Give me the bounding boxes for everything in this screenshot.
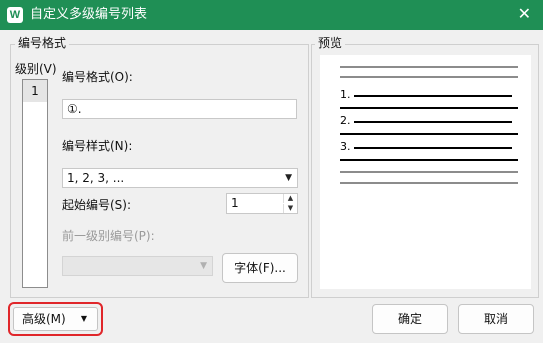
preview-line — [340, 76, 518, 78]
preview-line — [354, 147, 512, 149]
style-label: 编号样式(N): — [62, 139, 133, 153]
window-title: 自定义多级编号列表 — [30, 7, 148, 22]
preview-number-1: 1. — [340, 88, 351, 101]
title-bar: W 自定义多级编号列表 ✕ — [0, 0, 543, 30]
preview-line — [340, 182, 518, 184]
preview-line — [340, 66, 518, 68]
start-number-label: 起始编号(S): — [62, 198, 132, 212]
preview-line — [340, 159, 518, 161]
level-item-1[interactable]: 1 — [23, 80, 47, 102]
spin-down-icon[interactable]: ▼ — [283, 204, 297, 213]
close-icon[interactable]: ✕ — [518, 5, 531, 23]
preview-pane: 1. 2. 3. — [320, 55, 531, 289]
start-number-spinbox[interactable]: 1 ▲ ▼ — [226, 193, 298, 214]
format-label: 编号格式(O): — [62, 70, 133, 84]
start-number-value[interactable]: 1 — [231, 196, 239, 211]
prev-level-dropdown[interactable]: ▼ — [62, 256, 213, 276]
preview-number-3: 3. — [340, 140, 351, 153]
advanced-button[interactable]: 高级(M) ▼ — [13, 307, 98, 331]
numbering-format-group-title: 编号格式 — [15, 36, 70, 50]
advanced-button-highlight: 高级(M) ▼ — [8, 302, 103, 336]
level-list[interactable]: 1 — [22, 79, 48, 288]
ok-button[interactable]: 确定 — [372, 304, 448, 334]
style-dropdown[interactable]: 1, 2, 3, ... ▼ — [62, 168, 298, 188]
prev-level-label: 前一级别编号(P): — [62, 229, 155, 243]
double-chevron-down-icon: ▼ — [80, 314, 87, 323]
dropdown-arrow-icon: ▼ — [200, 261, 207, 271]
spin-up-icon[interactable]: ▲ — [283, 194, 297, 203]
preview-line — [340, 107, 518, 109]
cancel-button[interactable]: 取消 — [458, 304, 534, 334]
format-input[interactable]: ①. — [62, 99, 297, 119]
preview-group-title: 预览 — [315, 36, 346, 50]
level-label: 级别(V) — [15, 62, 57, 76]
preview-line — [354, 121, 512, 123]
advanced-button-label: 高级(M) — [22, 312, 66, 326]
preview-line — [354, 95, 512, 97]
font-button[interactable]: 字体(F)... — [222, 253, 298, 283]
preview-line — [340, 133, 518, 135]
preview-number-2: 2. — [340, 114, 351, 127]
dropdown-arrow-icon: ▼ — [285, 173, 292, 183]
preview-line — [340, 171, 518, 173]
wps-writer-icon: W — [7, 7, 23, 23]
style-dropdown-value: 1, 2, 3, ... — [67, 171, 125, 185]
